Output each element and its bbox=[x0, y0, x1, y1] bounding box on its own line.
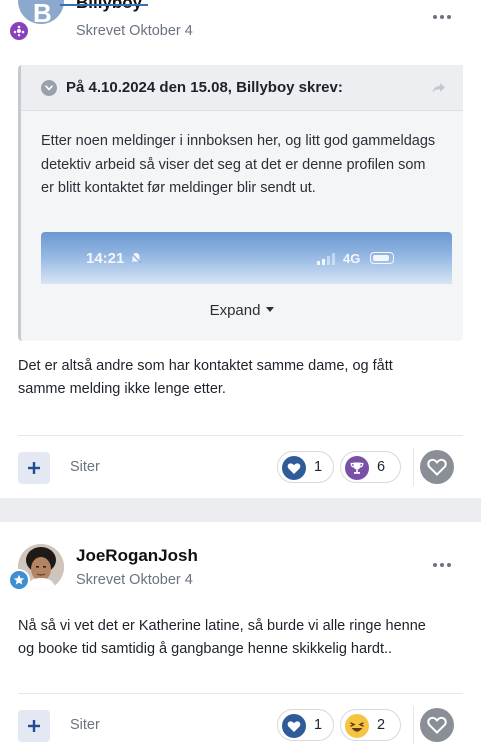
heart-icon bbox=[282, 714, 306, 738]
divider bbox=[18, 693, 463, 694]
trophy-icon bbox=[345, 456, 369, 480]
more-options-icon[interactable] bbox=[433, 14, 451, 20]
caret-down-icon bbox=[266, 306, 275, 312]
reaction-count: 2 bbox=[377, 717, 386, 733]
reaction-laugh[interactable]: 2 bbox=[340, 709, 401, 741]
post-card: JoeRoganJosh Skrevet Oktober 4 Nå så vi … bbox=[0, 522, 481, 750]
rank-badge-icon bbox=[8, 20, 30, 42]
reaction-heart[interactable]: 1 bbox=[277, 451, 334, 483]
react-button[interactable] bbox=[420, 708, 454, 742]
quote-link[interactable]: Siter bbox=[70, 459, 100, 475]
collapse-quote-icon[interactable] bbox=[41, 80, 57, 96]
rank-badge-icon bbox=[8, 569, 30, 591]
quote-header: På 4.10.2024 den 15.08, Billyboy skrev: bbox=[21, 65, 463, 111]
status-time: 14:21 bbox=[86, 250, 125, 267]
more-options-icon[interactable] bbox=[433, 562, 451, 568]
signal-icon bbox=[317, 252, 339, 265]
post-footer: Siter 1 2 bbox=[0, 704, 481, 748]
quote-block: På 4.10.2024 den 15.08, Billyboy skrev: … bbox=[18, 65, 463, 341]
divider bbox=[413, 706, 414, 744]
heart-icon bbox=[282, 456, 306, 480]
multiquote-button[interactable] bbox=[18, 452, 50, 484]
reaction-trophy[interactable]: 6 bbox=[340, 451, 401, 483]
post-card: B Billyboy Skrevet Oktober 4 På 4.10.202… bbox=[0, 0, 481, 498]
author-underline bbox=[60, 4, 148, 6]
expand-label[interactable]: Expand bbox=[210, 302, 261, 319]
author-name[interactable]: JoeRoganJosh bbox=[76, 546, 198, 566]
react-button[interactable] bbox=[420, 450, 454, 484]
quote-title: På 4.10.2024 den 15.08, Billyboy skrev: bbox=[66, 79, 343, 96]
quote-image[interactable]: 14:21 4G bbox=[41, 232, 452, 284]
expand-button[interactable]: Expand bbox=[21, 302, 463, 319]
post-date: Skrevet Oktober 4 bbox=[76, 572, 193, 588]
multiquote-button[interactable] bbox=[18, 710, 50, 742]
divider bbox=[413, 448, 414, 486]
reaction-count: 1 bbox=[314, 459, 323, 475]
post-footer: Siter 1 6 bbox=[0, 446, 481, 490]
avatar[interactable]: B bbox=[18, 0, 64, 24]
quote-text: Etter noen meldinger i innboksen her, og… bbox=[41, 133, 436, 196]
bell-muted-icon bbox=[129, 251, 143, 265]
reaction-heart[interactable]: 1 bbox=[277, 709, 334, 741]
network-label: 4G bbox=[343, 251, 361, 266]
author-name[interactable]: Billyboy bbox=[76, 0, 142, 13]
go-to-quote-icon[interactable] bbox=[431, 80, 447, 96]
reaction-count: 6 bbox=[377, 459, 386, 475]
post-text: Nå så vi vet det er Katherine latine, så… bbox=[18, 618, 426, 657]
post-text: Det er altså andre som har kontaktet sam… bbox=[18, 358, 393, 397]
reaction-count: 1 bbox=[314, 717, 323, 733]
post-date: Skrevet Oktober 4 bbox=[76, 23, 193, 39]
laughing-emoji-icon bbox=[345, 714, 369, 738]
divider bbox=[18, 435, 463, 436]
battery-icon bbox=[370, 252, 394, 264]
quote-link[interactable]: Siter bbox=[70, 717, 100, 733]
